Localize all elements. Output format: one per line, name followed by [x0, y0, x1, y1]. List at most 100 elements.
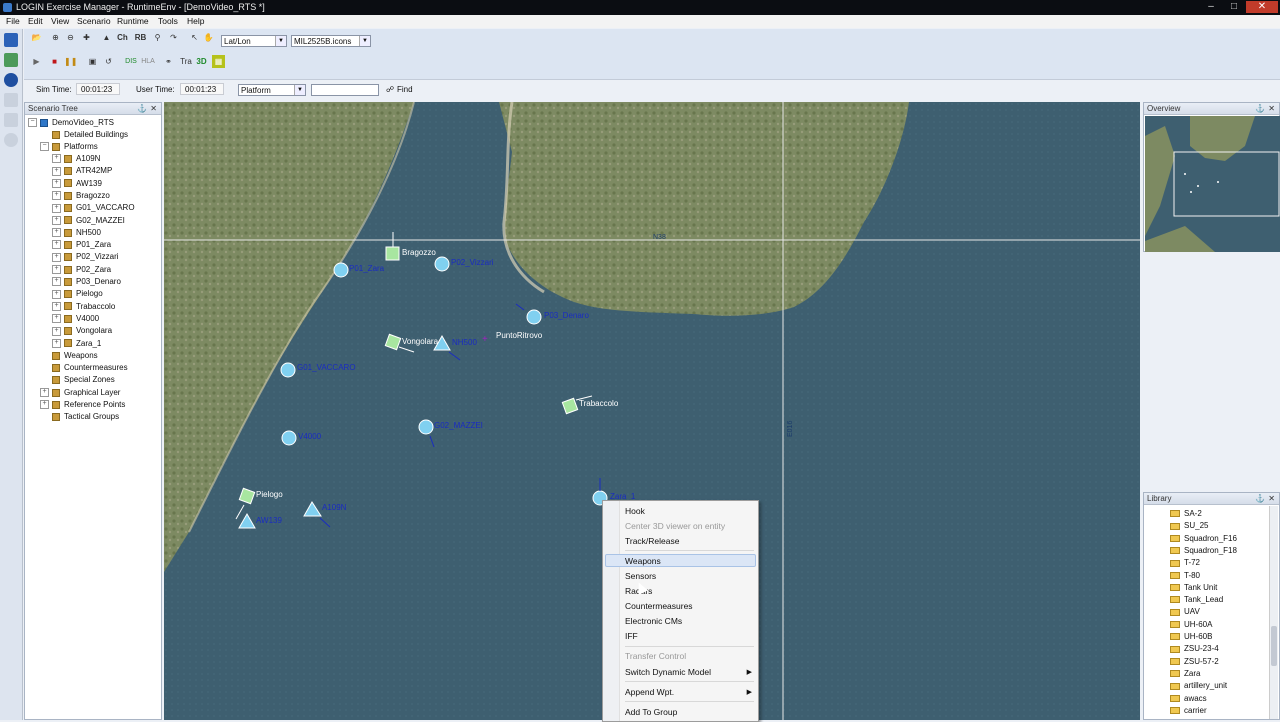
three-d-button[interactable]: 3D [195, 55, 208, 68]
tree-item-platform[interactable]: + NH500 [52, 227, 101, 239]
globe-icon[interactable] [4, 73, 18, 87]
gear-icon[interactable] [4, 133, 18, 147]
maximize-button[interactable]: □ [1223, 1, 1245, 13]
menu-item-add-to-group[interactable]: Add To Group [625, 707, 677, 717]
binoculars-icon[interactable]: ☍ [386, 85, 394, 94]
measure-icon[interactable]: ↷ [167, 31, 180, 44]
tree-item-category[interactable]: + Reference Points [40, 399, 125, 411]
menu-tools[interactable]: Tools [158, 16, 178, 26]
close-icon[interactable]: ✕ [150, 103, 157, 114]
hla-button[interactable]: HLA [140, 55, 156, 68]
expand-icon[interactable]: + [52, 178, 61, 188]
stop-icon[interactable]: ■ [48, 55, 61, 68]
coord-system-select[interactable]: Lat/Lon ▼ [221, 35, 287, 47]
pin-icon[interactable]: ⚓ [137, 103, 147, 114]
icon-set-select[interactable]: MIL2525B.icons ▼ [291, 35, 371, 47]
replay-icon[interactable]: ↺ [102, 55, 115, 68]
dis-button[interactable]: DIS [123, 55, 139, 68]
tree-item-platforms[interactable]: − Platforms [40, 141, 98, 153]
menu-item-sensors[interactable]: Sensors [625, 571, 656, 581]
library-item[interactable]: T-80 [1170, 570, 1200, 582]
menu-item-append-wpt[interactable]: Append Wpt. [625, 687, 674, 697]
menu-view[interactable]: View [51, 16, 69, 26]
search-input[interactable] [311, 84, 379, 96]
pan-icon[interactable]: ✚ [80, 31, 93, 44]
tree-item-platform[interactable]: + G02_MAZZEI [52, 215, 125, 227]
menu-item-center-3d[interactable]: Center 3D viewer on entity [625, 521, 725, 531]
zoom-out-icon[interactable]: ⊖ [64, 31, 77, 44]
expand-icon[interactable]: + [40, 388, 49, 398]
tree-item-platform[interactable]: + V4000 [52, 313, 99, 325]
document-icon[interactable] [4, 113, 18, 127]
library-item[interactable]: Squadron_F16 [1170, 533, 1237, 545]
entity-type-select[interactable]: Platform ▼ [238, 84, 306, 96]
expand-icon[interactable]: + [40, 400, 49, 410]
tree-item-platform[interactable]: + Pielogo [52, 288, 103, 300]
expand-icon[interactable]: + [52, 154, 61, 164]
pin-icon[interactable]: ⚓ [1255, 493, 1265, 504]
database-icon[interactable] [4, 33, 18, 47]
close-icon[interactable]: ✕ [1268, 103, 1275, 114]
library-item[interactable]: Zara [1170, 668, 1200, 680]
tree-item-platform[interactable]: + Vongolara [52, 325, 112, 337]
expand-icon[interactable]: + [52, 338, 61, 348]
tree-item-category[interactable]: + Graphical Layer [40, 387, 120, 399]
library-item[interactable]: Squadron_F18 [1170, 545, 1237, 557]
select-arrow-icon[interactable]: ↖ [188, 31, 201, 44]
tree-item-category[interactable]: Weapons [52, 350, 98, 362]
tree-item-platform[interactable]: + G01_VACCARO [52, 202, 135, 214]
menu-item-transfer-control[interactable]: Transfer Control [625, 651, 686, 661]
library-item[interactable]: T-72 [1170, 557, 1200, 569]
menu-item-iff[interactable]: IFF [625, 631, 638, 641]
tree-item-platform[interactable]: + Zara_1 [52, 338, 101, 350]
tree-item-platform[interactable]: + AW139 [52, 178, 102, 190]
tree-item-category[interactable]: Tactical Groups [52, 411, 119, 423]
expand-icon[interactable]: + [52, 215, 61, 225]
expand-icon[interactable]: + [52, 314, 61, 324]
rb-button[interactable]: RB [134, 31, 147, 44]
open-icon[interactable]: 📂 [30, 31, 43, 44]
tra-button[interactable]: Tra [178, 55, 194, 68]
collapse-icon[interactable]: − [40, 142, 49, 152]
overview-map[interactable] [1145, 116, 1280, 252]
pin-icon[interactable]: ⚓ [1255, 103, 1265, 114]
expand-icon[interactable]: + [52, 166, 61, 176]
pause-icon[interactable]: ❚❚ [64, 55, 77, 68]
library-item[interactable]: UH-60B [1170, 631, 1212, 643]
library-item[interactable]: ZSU-23-4 [1170, 643, 1219, 655]
close-icon[interactable]: ✕ [1268, 493, 1275, 504]
zoom-in-icon[interactable]: ⊕ [49, 31, 62, 44]
library-item[interactable]: ZSU-57-2 [1170, 656, 1219, 668]
find-button[interactable]: Find [397, 85, 413, 94]
expand-icon[interactable]: + [52, 289, 61, 299]
hand-icon[interactable]: ✋ [202, 31, 215, 44]
expand-icon[interactable]: + [52, 203, 61, 213]
play-icon[interactable]: ▶ [30, 55, 43, 68]
tree-item-platform[interactable]: + P02_Vizzari [52, 251, 119, 263]
library-item[interactable]: Tank_Lead [1170, 594, 1223, 606]
tree-item-platform[interactable]: + P01_Zara [52, 239, 111, 251]
menu-item-weapons[interactable]: Weapons [625, 556, 661, 566]
terrain-icon[interactable]: ▲ [100, 31, 113, 44]
library-item[interactable]: SA-2 [1170, 508, 1202, 520]
tree-item-platform[interactable]: + ATR42MP [52, 165, 112, 177]
layers-icon[interactable] [4, 93, 18, 107]
3d-view-icon[interactable]: ▦ [212, 55, 225, 68]
close-button[interactable]: ✕ [1246, 1, 1278, 13]
expand-icon[interactable]: + [52, 252, 61, 262]
expand-icon[interactable]: + [52, 240, 61, 250]
tree-item-platform[interactable]: + P02_Zara [52, 264, 111, 276]
library-item[interactable]: carrier [1170, 705, 1207, 717]
link-icon[interactable]: ⚭ [162, 55, 175, 68]
expand-icon[interactable]: + [52, 191, 61, 201]
menu-item-countermeasures[interactable]: Countermeasures [625, 601, 693, 611]
expand-icon[interactable]: + [52, 228, 61, 238]
expand-icon[interactable]: + [52, 277, 61, 287]
library-scrollbar[interactable] [1269, 506, 1278, 719]
minimize-button[interactable]: – [1200, 1, 1222, 13]
menu-item-switch-dynamic-model[interactable]: Switch Dynamic Model [625, 667, 711, 677]
tree-root[interactable]: − DemoVideo_RTS [28, 117, 114, 129]
map-icon[interactable] [4, 53, 18, 67]
menu-scenario[interactable]: Scenario [77, 16, 111, 26]
expand-icon[interactable]: + [52, 301, 61, 311]
